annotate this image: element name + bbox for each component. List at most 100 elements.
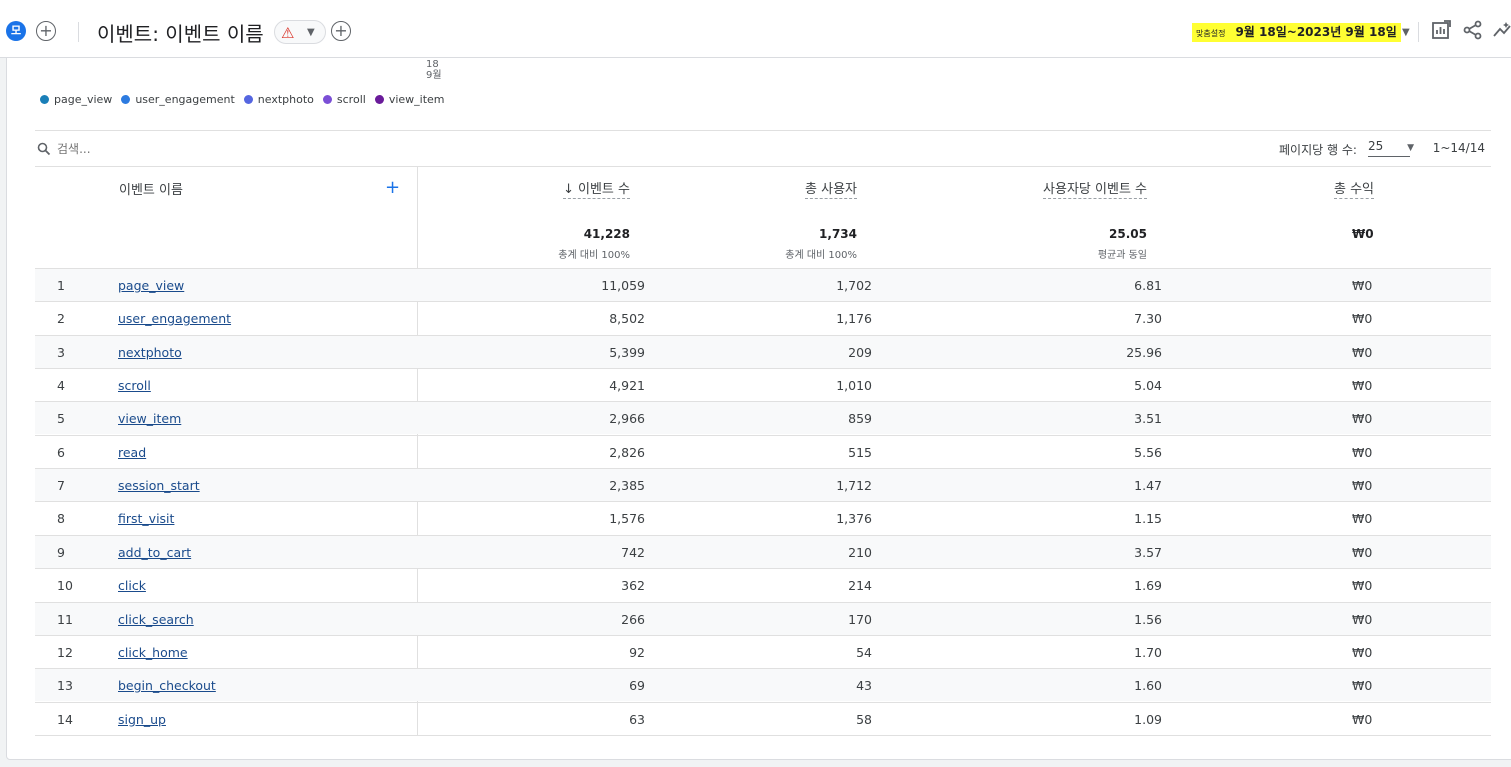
legend-dot-icon	[374, 95, 384, 104]
column-header-total-users[interactable]: 총 사용자	[805, 178, 857, 199]
event-name-link[interactable]: user_engagement	[118, 311, 231, 326]
date-dropdown-icon[interactable]: ▼	[1402, 27, 1410, 38]
total-revenue-cell: ₩0	[1352, 278, 1373, 293]
date-range-label: 맞춤설정	[1196, 29, 1226, 38]
total-revenue-cell: ₩0	[1352, 345, 1373, 360]
total-revenue: ₩0	[1352, 227, 1374, 241]
total-users-cell: 859	[848, 411, 872, 426]
column-header-event-name[interactable]: 이벤트 이름	[119, 179, 183, 198]
rows-per-page-select[interactable]: 25 ▼	[1368, 137, 1414, 157]
total-users-cell: 170	[848, 612, 872, 627]
event-name-link[interactable]: view_item	[118, 411, 181, 426]
row-index: 6	[57, 445, 65, 460]
rows-per-page-value: 25	[1368, 139, 1384, 153]
add-comparison-button[interactable]: +	[36, 21, 56, 41]
event-count-cell: 5,399	[609, 345, 645, 360]
column-header-total-revenue[interactable]: 총 수익	[1333, 178, 1374, 199]
row-index: 1	[57, 278, 65, 293]
total-revenue-cell: ₩0	[1352, 712, 1373, 727]
event-name-link[interactable]: scroll	[118, 378, 151, 393]
event-count-cell: 8,502	[609, 311, 645, 326]
total-users-cell: 515	[848, 445, 872, 460]
legend-dot-icon	[121, 95, 131, 104]
row-index: 13	[57, 678, 73, 693]
event-name-link[interactable]: session_start	[118, 478, 200, 493]
add-dimension-button[interactable]: +	[385, 177, 400, 198]
legend-dot-icon	[322, 95, 332, 104]
column-header-event-count[interactable]: ↓ 이벤트 수	[563, 178, 630, 199]
total-event-count: 41,228	[583, 227, 630, 241]
legend-label: user_engagement	[135, 93, 235, 106]
edit-report-icon[interactable]	[1430, 19, 1452, 41]
table-row: 8 first_visit 1,576 1,376 1.15 ₩0	[35, 501, 1491, 534]
table-row: 6 read 2,826 515 5.56 ₩0	[35, 435, 1491, 468]
total-event-count-sub: 총계 대비 100%	[558, 250, 630, 261]
table-row: 11 click_search 266 170 1.56 ₩0	[35, 602, 1491, 635]
share-icon[interactable]	[1462, 19, 1484, 41]
total-users-sub: 총계 대비 100%	[785, 250, 857, 261]
table-toolbar: 페이지당 행 수: 25 ▼ 1~14/14	[35, 130, 1491, 167]
event-count-cell: 1,576	[609, 511, 645, 526]
date-range-picker[interactable]: 맞춤설정 9월 18일~2023년 9월 18일	[1192, 23, 1401, 42]
event-name-link[interactable]: add_to_cart	[118, 545, 191, 560]
search-input[interactable]	[57, 139, 357, 159]
event-name-link[interactable]: page_view	[118, 278, 184, 293]
event-count-cell: 63	[629, 712, 645, 727]
chart-x-tick-day: 18	[426, 59, 439, 70]
event-count-cell: 92	[629, 645, 645, 660]
event-name-link[interactable]: begin_checkout	[118, 678, 216, 693]
table-row: 5 view_item 2,966 859 3.51 ₩0	[35, 401, 1491, 434]
event-count-cell: 742	[621, 545, 645, 560]
table-row: 10 click 362 214 1.69 ₩0	[35, 568, 1491, 601]
table-row: 12 click_home 92 54 1.70 ₩0	[35, 635, 1491, 668]
events-per-user-cell: 25.96	[1126, 345, 1162, 360]
sort-arrow-down-icon: ↓	[563, 182, 575, 197]
total-revenue-cell: ₩0	[1352, 378, 1373, 393]
legend-label: view_item	[388, 93, 445, 106]
table-row: 9 add_to_cart 742 210 3.57 ₩0	[35, 535, 1491, 568]
add-filter-button[interactable]: +	[331, 21, 351, 41]
event-name-link[interactable]: click_home	[118, 645, 188, 660]
event-name-link[interactable]: click	[118, 578, 146, 593]
event-name-link[interactable]: first_visit	[118, 511, 174, 526]
total-users-cell: 1,376	[836, 511, 872, 526]
total-events-per-user: 25.05	[1109, 227, 1147, 241]
legend-item[interactable]: nextphoto	[243, 93, 314, 106]
events-per-user-cell: 6.81	[1134, 278, 1162, 293]
event-name-link[interactable]: click_search	[118, 612, 194, 627]
event-name-link[interactable]: read	[118, 445, 146, 460]
event-name-link[interactable]: nextphoto	[118, 345, 182, 360]
report-header: 모 + 이벤트: 이벤트 이름 ⚠ ▼ + 맞춤설정 9월 18일~2023년 9…	[0, 0, 1511, 58]
legend-item[interactable]: page_view	[40, 93, 112, 106]
insights-icon[interactable]	[1492, 19, 1511, 41]
table-row: 1 page_view 11,059 1,702 6.81 ₩0	[35, 268, 1491, 301]
total-revenue-cell: ₩0	[1352, 311, 1373, 326]
event-count-cell: 2,826	[609, 445, 645, 460]
events-per-user-cell: 1.60	[1134, 678, 1162, 693]
legend-item[interactable]: scroll	[322, 93, 366, 106]
event-count-cell: 2,966	[609, 411, 645, 426]
legend-item[interactable]: view_item	[374, 93, 445, 106]
events-per-user-cell: 1.09	[1134, 712, 1162, 727]
column-header-events-per-user[interactable]: 사용자당 이벤트 수	[1043, 178, 1147, 199]
total-users: 1,734	[819, 227, 857, 241]
page-title: 이벤트: 이벤트 이름	[97, 22, 264, 46]
events-per-user-cell: 1.56	[1134, 612, 1162, 627]
total-revenue-cell: ₩0	[1352, 612, 1373, 627]
table-bottom-border	[35, 735, 1491, 736]
events-per-user-cell: 7.30	[1134, 311, 1162, 326]
events-per-user-cell: 1.69	[1134, 578, 1162, 593]
legend-label: nextphoto	[257, 93, 314, 106]
avatar[interactable]: 모	[6, 21, 26, 41]
total-users-cell: 1,010	[836, 378, 872, 393]
legend-item[interactable]: user_engagement	[121, 93, 235, 106]
total-revenue-cell: ₩0	[1352, 478, 1373, 493]
chart-legend: page_view user_engagement nextphoto scroll v…	[40, 93, 445, 106]
row-index: 9	[57, 545, 65, 560]
table-row: 13 begin_checkout 69 43 1.60 ₩0	[35, 668, 1491, 701]
row-index: 5	[57, 411, 65, 426]
total-users-cell: 43	[856, 678, 872, 693]
total-revenue-cell: ₩0	[1352, 678, 1373, 693]
event-name-link[interactable]: sign_up	[118, 712, 166, 727]
warning-chip[interactable]: ⚠ ▼	[274, 20, 326, 44]
